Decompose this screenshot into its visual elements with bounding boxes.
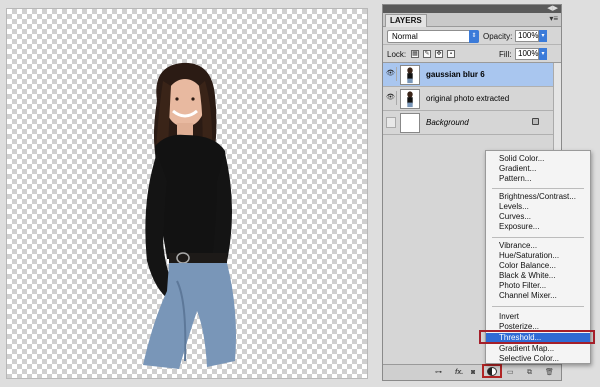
layer-name: gaussian blur 6 — [426, 70, 485, 79]
chevron-down-icon[interactable]: ▾ — [539, 30, 547, 42]
menu-item-curves[interactable]: Curves... — [486, 212, 590, 222]
new-layer-icon[interactable]: ⧉ — [527, 368, 532, 377]
menu-item-exposure[interactable]: Exposure... — [486, 222, 590, 232]
menu-item-solid-color[interactable]: Solid Color... — [486, 154, 590, 164]
lock-label: Lock: — [387, 50, 407, 59]
chevron-updown-icon: ⇕ — [469, 30, 479, 43]
panel-tab-bar: LAYERS ▾≡ — [383, 13, 561, 27]
lock-row: Lock: ▦ ✎ ✥ ▪ Fill: 100% ▾ — [383, 45, 561, 63]
menu-separator — [492, 237, 584, 238]
menu-item-pattern[interactable]: Pattern... — [486, 174, 590, 184]
group-icon[interactable]: ▭ — [507, 368, 514, 377]
lock-icon — [532, 118, 539, 125]
layer-name: original photo extracted — [426, 94, 510, 103]
menu-item-selective-color[interactable]: Selective Color... — [486, 354, 590, 364]
blend-row: Normal ⇕ Opacity: 100% ▾ — [383, 27, 561, 45]
eye-icon[interactable]: 👁 — [385, 67, 397, 81]
document-canvas[interactable] — [6, 8, 368, 379]
mask-icon[interactable]: ◙ — [471, 368, 475, 377]
menu-item-brightness-contrast[interactable]: Brightness/Contrast... — [486, 192, 590, 202]
opacity-field[interactable]: 100% — [515, 30, 539, 42]
chevron-down-icon[interactable]: ▾ — [539, 48, 547, 60]
adjustment-button-highlight — [482, 364, 502, 378]
menu-item-photo-filter[interactable]: Photo Filter... — [486, 281, 590, 291]
menu-item-gradient-map[interactable]: Gradient Map... — [486, 344, 590, 354]
fill-field[interactable]: 100% — [515, 48, 539, 60]
menu-item-hue-saturation[interactable]: Hue/Saturation... — [486, 251, 590, 261]
collapse-icon[interactable]: ◀▶ — [547, 4, 558, 12]
tab-layers[interactable]: LAYERS — [385, 14, 427, 27]
menu-item-vibrance[interactable]: Vibrance... — [486, 241, 590, 251]
fx-icon[interactable]: fx. — [455, 368, 463, 377]
lock-transparent-pixels-icon[interactable]: ▦ — [411, 50, 419, 58]
layer-row-background[interactable]: Background — [383, 111, 553, 135]
eye-icon[interactable]: 👁 — [385, 91, 397, 105]
menu-separator — [492, 306, 584, 307]
panel-bottom-toolbar: ⊶ fx. ◙ ▭ ⧉ 🗑 — [383, 364, 561, 380]
layer-row-gaussian-blur[interactable]: 👁 gaussian blur 6 — [383, 63, 553, 87]
photoshop-window: ◀▶ LAYERS ▾≡ Normal ⇕ Opacity: 100% ▾ Lo… — [0, 0, 600, 387]
blend-mode-select[interactable]: Normal ⇕ — [387, 30, 479, 43]
menu-item-color-balance[interactable]: Color Balance... — [486, 261, 590, 271]
panel-menu-icon[interactable]: ▾≡ — [549, 14, 558, 23]
woman-photo — [143, 62, 236, 369]
menu-item-black-white[interactable]: Black & White... — [486, 271, 590, 281]
layer-row-original-photo[interactable]: 👁 original photo extracted — [383, 87, 553, 111]
lock-image-pixels-icon[interactable]: ✎ — [423, 50, 431, 58]
layer-thumbnail — [400, 89, 420, 109]
layer-thumbnail — [400, 65, 420, 85]
menu-item-channel-mixer[interactable]: Channel Mixer... — [486, 291, 590, 301]
menu-separator — [492, 188, 584, 189]
visibility-toggle[interactable] — [386, 117, 396, 128]
panel-title-bar[interactable]: ◀▶ — [383, 5, 561, 13]
fill-label: Fill: — [499, 50, 512, 59]
menu-item-levels[interactable]: Levels... — [486, 202, 590, 212]
menu-item-gradient[interactable]: Gradient... — [486, 164, 590, 174]
menu-item-invert[interactable]: Invert — [486, 312, 590, 322]
threshold-highlight-box — [479, 330, 595, 344]
lock-all-icon[interactable]: ▪ — [447, 50, 455, 58]
layer-name: Background — [426, 118, 469, 127]
trash-icon[interactable]: 🗑 — [545, 368, 554, 377]
blend-mode-value: Normal — [392, 32, 418, 41]
lock-position-icon[interactable]: ✥ — [435, 50, 443, 58]
layer-thumbnail — [400, 113, 420, 133]
opacity-label: Opacity: — [483, 32, 513, 41]
link-icon[interactable]: ⊶ — [435, 368, 442, 377]
